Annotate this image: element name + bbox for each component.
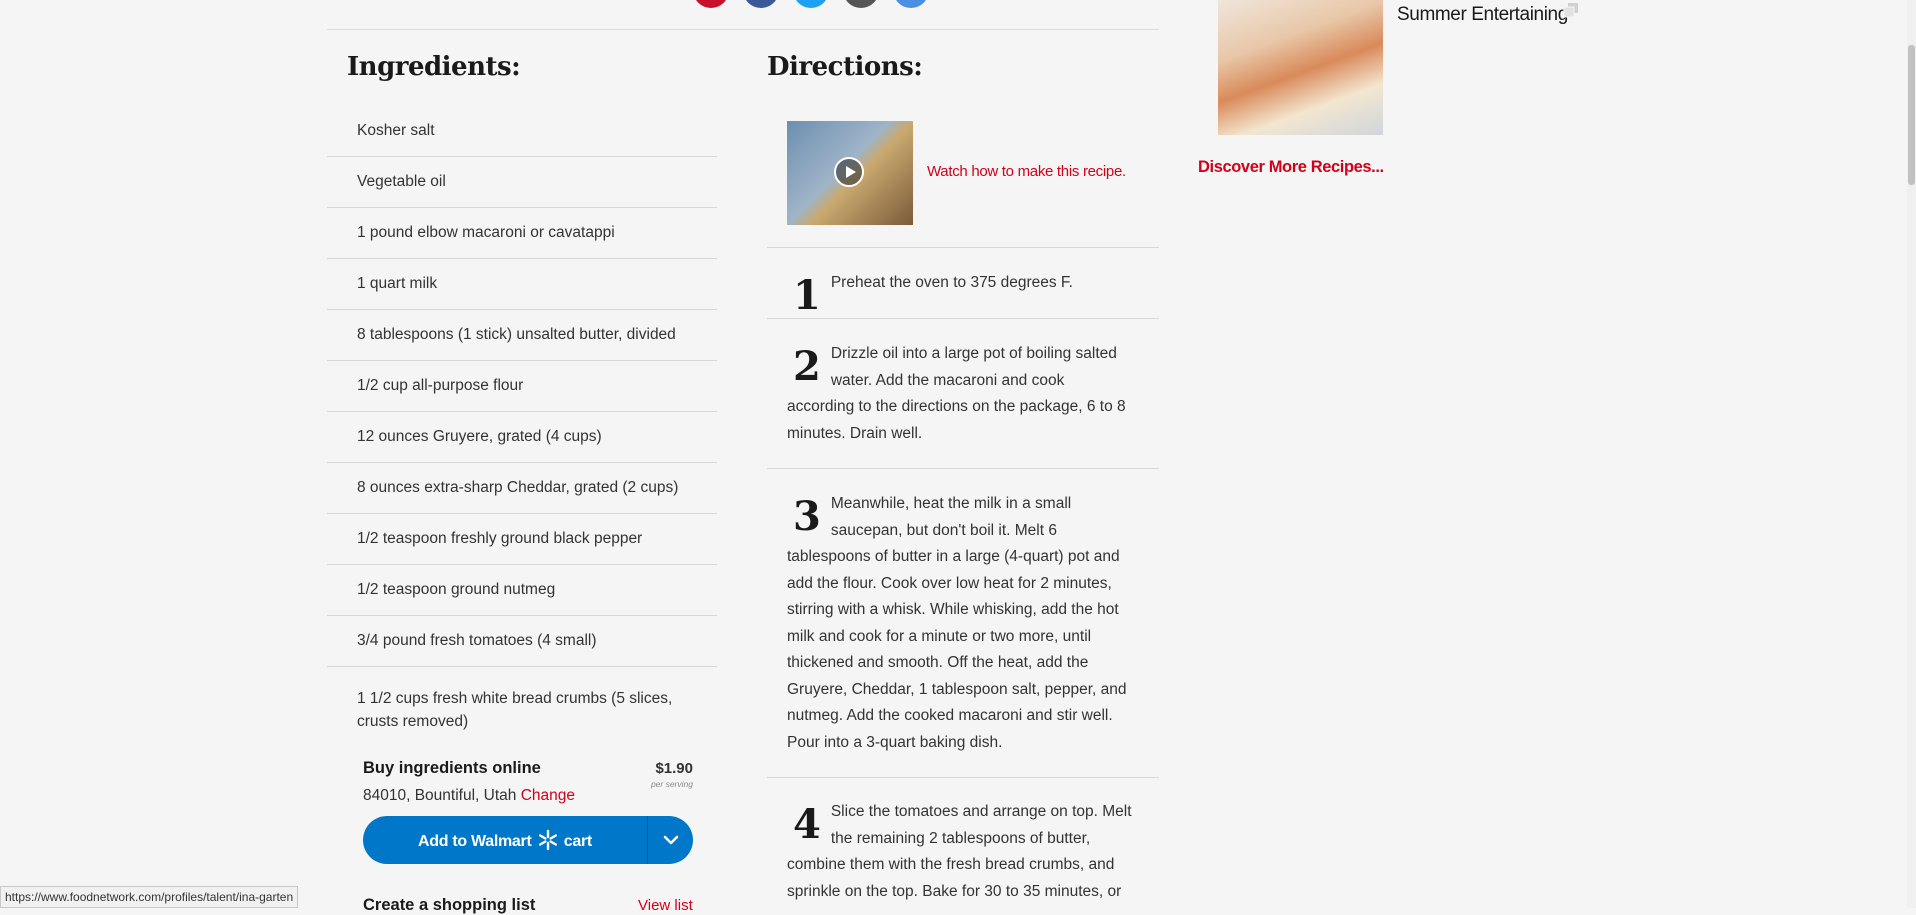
- step-text: Drizzle oil into a large pot of boiling …: [787, 345, 1126, 442]
- directions-heading: Directions:: [767, 52, 923, 82]
- ingredient-item: 1 pound elbow macaroni or cavatappi: [327, 208, 717, 259]
- ingredient-item: 1 quart milk: [327, 259, 717, 310]
- ingredient-item: Vegetable oil: [327, 157, 717, 208]
- share-twitter-icon[interactable]: [793, 0, 829, 8]
- ingredient-item: 8 tablespoons (1 stick) unsalted butter,…: [327, 310, 717, 361]
- direction-step: 2 Drizzle oil into a large pot of boilin…: [787, 341, 1132, 447]
- walmart-button-label[interactable]: Add to Walmart cart: [363, 829, 647, 851]
- step-text: Preheat the oven to 375 degrees F.: [830, 274, 1073, 291]
- discover-more-recipes-link[interactable]: Discover More Recipes...: [1198, 158, 1384, 177]
- page-scrollbar[interactable]: [1907, 0, 1916, 908]
- direction-step: 4 Slice the tomatoes and arrange on top.…: [787, 799, 1132, 908]
- scrollbar-thumb[interactable]: [1908, 45, 1915, 185]
- watch-recipe-link[interactable]: Watch how to make this recipe.: [927, 163, 1126, 180]
- browser-status-url: https://www.foodnetwork.com/profiles/tal…: [0, 886, 299, 908]
- step-divider: [767, 777, 1159, 778]
- share-facebook-icon[interactable]: [743, 0, 779, 8]
- ingredient-item: 1 1/2 cups fresh white bread crumbs (5 s…: [357, 690, 673, 730]
- ingredient-item: 1/2 cup all-purpose flour: [327, 361, 717, 412]
- buy-location: 84010, Bountiful, Utah Change: [363, 787, 575, 805]
- ingredient-item: 1/2 teaspoon freshly ground black pepper: [327, 514, 717, 565]
- step-number: 3: [793, 493, 821, 540]
- step-number: 1: [793, 272, 821, 319]
- ingredient-item: 3/4 pound fresh tomatoes (4 small): [327, 616, 717, 667]
- ingredients-list: Kosher salt Vegetable oil 1 pound elbow …: [327, 106, 717, 737]
- step-divider: [767, 468, 1159, 469]
- ingredient-item: 12 ounces Gruyere, grated (4 cups): [327, 412, 717, 463]
- price-per-serving: $1.90: [655, 760, 693, 777]
- step-divider: [767, 318, 1159, 319]
- view-list-link[interactable]: View list: [638, 897, 693, 914]
- step-number: 4: [793, 801, 821, 848]
- step-divider: [767, 247, 1159, 248]
- walmart-spark-icon: [538, 829, 557, 851]
- play-icon[interactable]: [834, 157, 864, 187]
- step-number: 2: [793, 343, 821, 390]
- ingredients-heading: Ingredients:: [347, 52, 521, 82]
- top-divider: [327, 29, 1159, 30]
- share-messenger-icon[interactable]: [893, 0, 929, 8]
- ingredient-item: 8 ounces extra-sharp Cheddar, grated (2 …: [327, 463, 717, 514]
- share-email-icon[interactable]: [843, 0, 879, 8]
- direction-step: 3 Meanwhile, heat the milk in a small sa…: [787, 491, 1132, 756]
- step-text: Meanwhile, heat the milk in a small sauc…: [787, 495, 1127, 751]
- share-pinterest-icon[interactable]: [693, 0, 729, 8]
- location-text: 84010, Bountiful, Utah: [363, 787, 517, 804]
- ingredient-item: Kosher salt: [327, 106, 717, 157]
- buy-ingredients-title: Buy ingredients online: [363, 759, 541, 777]
- change-location-link[interactable]: Change: [521, 787, 575, 804]
- recipe-video-thumbnail[interactable]: [787, 121, 913, 225]
- summer-entertaining-image[interactable]: [1218, 0, 1383, 135]
- copy-icon: [1563, 3, 1578, 18]
- add-to-walmart-cart-button[interactable]: Add to Walmart cart: [363, 816, 693, 864]
- walmart-dropdown-toggle[interactable]: [648, 835, 693, 845]
- direction-step: 1 Preheat the oven to 375 degrees F.: [787, 270, 1132, 316]
- chevron-down-icon: [663, 835, 678, 845]
- step-text: Slice the tomatoes and arrange on top. M…: [787, 803, 1132, 900]
- create-shopping-list-title: Create a shopping list: [363, 896, 536, 914]
- ingredient-item: 1/2 teaspoon ground nutmeg: [327, 565, 717, 616]
- promo-title-link[interactable]: Summer Entertaining: [1397, 4, 1568, 26]
- per-serving-label: per serving: [650, 779, 693, 789]
